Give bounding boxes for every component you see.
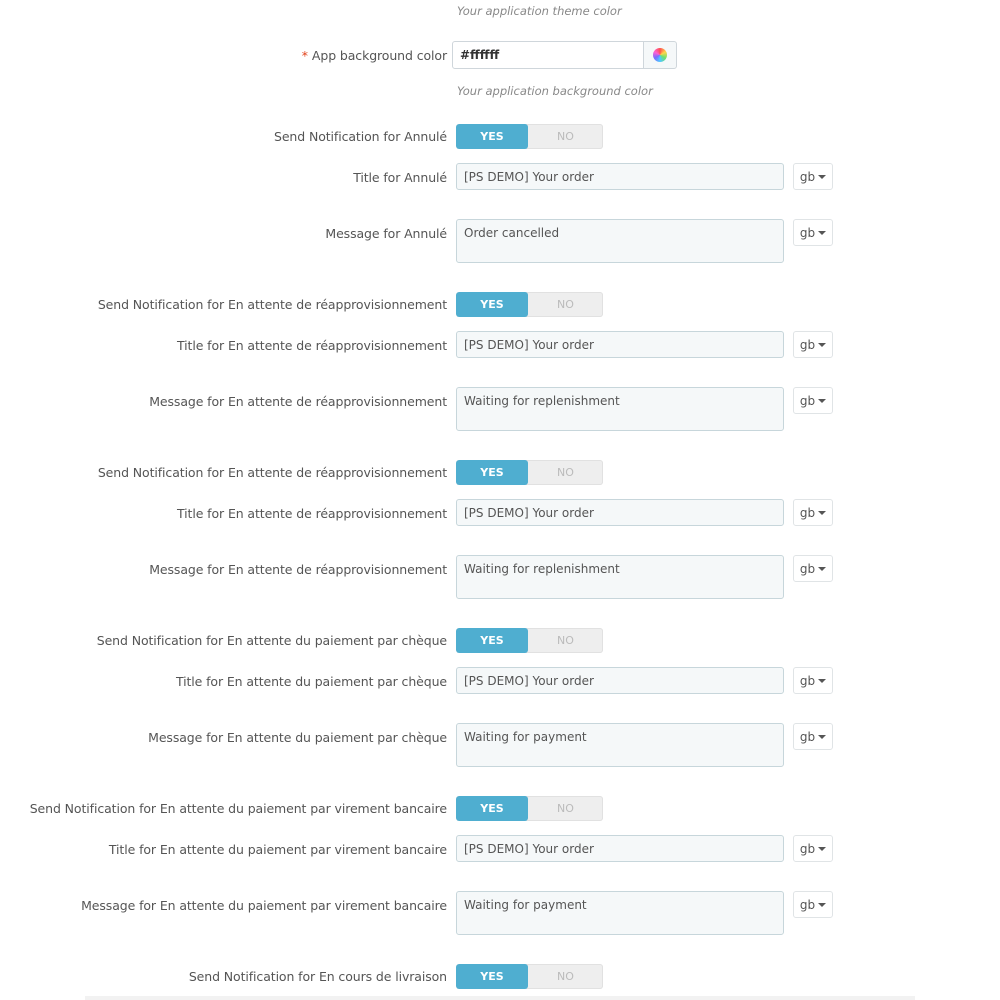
title-language-dropdown[interactable]: gb: [793, 499, 833, 526]
title-input[interactable]: [PS DEMO] Your order: [456, 331, 784, 358]
language-code: gb: [799, 505, 816, 520]
notify-label: Send Notification for En attente du paie…: [96, 633, 447, 648]
notify-label: Send Notification for En attente du paie…: [29, 801, 447, 816]
toggle-yes-option[interactable]: YES: [456, 796, 528, 821]
message-language-dropdown[interactable]: gb: [793, 387, 833, 414]
message-language-dropdown[interactable]: gb: [793, 219, 833, 246]
title-label: Title for En attente de réapprovisionnem…: [177, 338, 447, 353]
panel-footer-divider: [85, 996, 915, 1000]
message-language-dropdown[interactable]: gb: [793, 555, 833, 582]
caret-down-icon: [818, 175, 827, 179]
title-input[interactable]: [PS DEMO] Your order: [456, 835, 784, 862]
notify-toggle[interactable]: YES NO: [456, 460, 603, 485]
notify-label: Send Notification for En attente de réap…: [97, 297, 447, 312]
language-code: gb: [799, 561, 816, 576]
caret-down-icon: [818, 567, 827, 571]
caret-down-icon: [818, 903, 827, 907]
app-background-color-input[interactable]: #ffffff: [452, 41, 644, 69]
theme-color-hint: Your application theme color: [457, 4, 622, 18]
notify-toggle[interactable]: YES NO: [456, 292, 603, 317]
toggle-yes-option[interactable]: YES: [456, 964, 528, 989]
toggle-no-option[interactable]: NO: [528, 124, 603, 149]
app-background-hint: Your application background color: [457, 84, 653, 98]
app-background-label-text: App background color: [311, 48, 447, 63]
message-label: Message for En attente de réapprovisionn…: [149, 394, 447, 409]
toggle-yes-option[interactable]: YES: [456, 460, 528, 485]
caret-down-icon: [818, 679, 827, 683]
caret-down-icon: [818, 735, 827, 739]
toggle-yes-option[interactable]: YES: [456, 124, 528, 149]
toggle-no-option[interactable]: NO: [528, 628, 603, 653]
language-code: gb: [799, 169, 816, 184]
language-code: gb: [799, 673, 816, 688]
toggle-yes-option[interactable]: YES: [456, 292, 528, 317]
caret-down-icon: [818, 231, 827, 235]
language-code: gb: [799, 393, 816, 408]
notify-toggle[interactable]: YES NO: [456, 796, 603, 821]
message-textarea[interactable]: Waiting for payment: [456, 891, 784, 935]
title-input[interactable]: [PS DEMO] Your order: [456, 499, 784, 526]
required-marker: *: [301, 48, 308, 63]
caret-down-icon: [818, 847, 827, 851]
toggle-yes-option[interactable]: YES: [456, 628, 528, 653]
caret-down-icon: [818, 511, 827, 515]
language-code: gb: [799, 841, 816, 856]
message-label: Message for Annulé: [325, 226, 447, 241]
notify-toggle[interactable]: YES NO: [456, 124, 603, 149]
language-code: gb: [799, 337, 816, 352]
caret-down-icon: [818, 399, 827, 403]
message-language-dropdown[interactable]: gb: [793, 891, 833, 918]
toggle-no-option[interactable]: NO: [528, 796, 603, 821]
title-label: Title for En attente du paiement par vir…: [108, 842, 447, 857]
toggle-no-option[interactable]: NO: [528, 964, 603, 989]
message-label: Message for En attente du paiement par v…: [81, 898, 447, 913]
message-textarea[interactable]: Waiting for replenishment: [456, 387, 784, 431]
language-code: gb: [799, 225, 816, 240]
title-language-dropdown[interactable]: gb: [793, 835, 833, 862]
message-textarea[interactable]: Order cancelled: [456, 219, 784, 263]
message-label: Message for En attente du paiement par c…: [148, 730, 447, 745]
title-language-dropdown[interactable]: gb: [793, 667, 833, 694]
app-background-label: * App background color: [302, 48, 447, 63]
notify-label: Send Notification for Annulé: [274, 129, 447, 144]
notify-toggle[interactable]: YES NO: [456, 964, 603, 989]
message-textarea[interactable]: Waiting for payment: [456, 723, 784, 767]
language-code: gb: [799, 897, 816, 912]
notify-label: Send Notification for En cours de livrai…: [188, 969, 447, 984]
toggle-no-option[interactable]: NO: [528, 292, 603, 317]
color-wheel-icon: [653, 48, 667, 62]
message-label: Message for En attente de réapprovisionn…: [149, 562, 447, 577]
color-picker-button[interactable]: [643, 41, 677, 69]
title-input[interactable]: [PS DEMO] Your order: [456, 667, 784, 694]
language-code: gb: [799, 729, 816, 744]
title-language-dropdown[interactable]: gb: [793, 331, 833, 358]
title-label: Title for En attente du paiement par chè…: [175, 674, 447, 689]
title-label: Title for En attente de réapprovisionnem…: [177, 506, 447, 521]
title-label: Title for Annulé: [353, 170, 447, 185]
notify-toggle[interactable]: YES NO: [456, 628, 603, 653]
toggle-no-option[interactable]: NO: [528, 460, 603, 485]
message-textarea[interactable]: Waiting for replenishment: [456, 555, 784, 599]
caret-down-icon: [818, 343, 827, 347]
title-language-dropdown[interactable]: gb: [793, 163, 833, 190]
message-language-dropdown[interactable]: gb: [793, 723, 833, 750]
title-input[interactable]: [PS DEMO] Your order: [456, 163, 784, 190]
notify-label: Send Notification for En attente de réap…: [97, 465, 447, 480]
